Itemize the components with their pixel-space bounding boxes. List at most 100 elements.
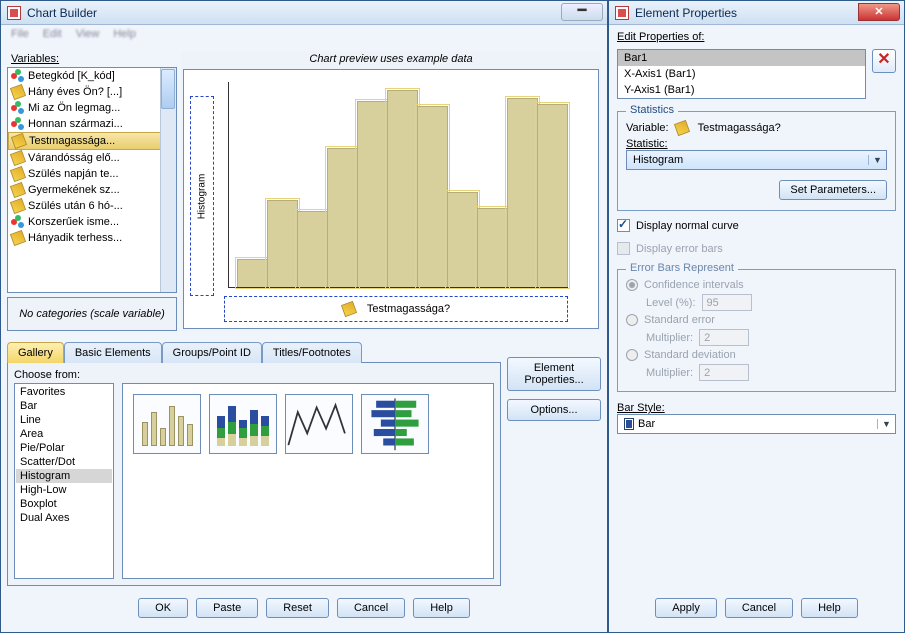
gallery-category-item[interactable]: High-Low xyxy=(16,483,112,497)
scrollbar-thumb[interactable] xyxy=(161,69,175,109)
scrollbar[interactable] xyxy=(160,68,176,292)
chevron-down-icon[interactable]: ▼ xyxy=(868,155,886,165)
gallery-category-item[interactable]: Area xyxy=(16,427,112,441)
window-title-right: Element Properties xyxy=(635,6,737,20)
nominal-icon xyxy=(11,101,25,115)
thumb-stacked-histogram[interactable] xyxy=(209,394,277,454)
variable-item[interactable]: Gyermekének sz... xyxy=(8,182,176,198)
thumb-frequency-polygon[interactable] xyxy=(285,394,353,454)
gallery-category-item[interactable]: Favorites xyxy=(16,385,112,399)
apply-button[interactable]: Apply xyxy=(655,598,717,618)
close-button[interactable]: ✕ xyxy=(858,3,900,21)
variable-label: Korszerűek isme... xyxy=(28,216,119,228)
statistic-label: Statistic: xyxy=(626,138,887,150)
paste-button[interactable]: Paste xyxy=(196,598,258,618)
variable-item[interactable]: Korszerűek isme... xyxy=(8,214,176,230)
help-button[interactable]: Help xyxy=(413,598,470,618)
cancel-button[interactable]: Cancel xyxy=(725,598,793,618)
ci-radio: Confidence intervals xyxy=(626,279,887,291)
histogram-bar xyxy=(267,200,298,287)
gallery-category-item[interactable]: Pie/Polar xyxy=(16,441,112,455)
variable-item[interactable]: Szülés után 6 hó-... xyxy=(8,198,176,214)
gallery-category-item[interactable]: Scatter/Dot xyxy=(16,455,112,469)
gallery-category-item[interactable]: Dual Axes xyxy=(16,511,112,525)
variable-item[interactable]: Honnan származi... xyxy=(8,116,176,132)
variable-label: Betegkód [K_kód] xyxy=(28,70,115,82)
display-error-checkbox: Display error bars xyxy=(617,242,896,255)
y-drop-zone[interactable]: Histogram xyxy=(190,96,214,296)
window-title-left: Chart Builder xyxy=(27,6,97,20)
bar-style-combo[interactable]: Bar ▼ xyxy=(617,414,896,434)
histogram-bar xyxy=(447,192,478,287)
menu-item[interactable]: Edit xyxy=(43,28,62,42)
variable-item[interactable]: Hány éves Ön? [...] xyxy=(8,84,176,100)
se-radio: Standard error xyxy=(626,314,887,326)
ep-footer: Apply Cancel Help xyxy=(617,590,896,626)
variable-label: Hányadik terhess... xyxy=(28,232,122,244)
menu-item[interactable]: File xyxy=(11,28,29,42)
sd-radio: Standard deviation xyxy=(626,349,887,361)
variable-label: Szülés napján te... xyxy=(28,168,119,180)
variable-item[interactable]: Betegkód [K_kód] xyxy=(8,68,176,84)
menu-item[interactable]: Help xyxy=(113,28,136,42)
ruler-icon xyxy=(11,133,27,149)
gallery-category-list[interactable]: FavoritesBarLineAreaPie/PolarScatter/Dot… xyxy=(14,383,114,579)
element-properties-window: Element Properties ✕ Edit Properties of:… xyxy=(608,0,905,633)
chevron-down-icon[interactable]: ▼ xyxy=(877,419,895,429)
variable-label: Testmagassága... xyxy=(29,135,115,147)
variable-value: Testmagassága? xyxy=(698,122,781,134)
titlebar-right: Element Properties ✕ xyxy=(609,1,904,25)
menubar: File Edit View Help xyxy=(1,25,607,45)
variable-item[interactable]: Hányadik terhess... xyxy=(8,230,176,246)
x-axis xyxy=(228,287,568,288)
variable-item[interactable]: Várandósság elő... xyxy=(8,150,176,166)
options-button[interactable]: Options... xyxy=(507,399,601,421)
preview-title: Chart preview uses example data xyxy=(181,51,601,67)
display-error-label: Display error bars xyxy=(636,243,723,255)
se-mult-input xyxy=(699,329,749,346)
x-drop-zone[interactable]: Testmagassága? xyxy=(224,296,568,322)
variable-item[interactable]: Szülés napján te... xyxy=(8,166,176,182)
variable-label: Gyermekének sz... xyxy=(28,184,120,196)
statistic-combo[interactable]: Histogram ▼ xyxy=(626,150,887,170)
radio-icon xyxy=(626,314,638,326)
minimize-button[interactable]: ━ xyxy=(561,3,603,21)
reset-button[interactable]: Reset xyxy=(266,598,329,618)
statistics-legend: Statistics xyxy=(626,104,678,116)
variable-item[interactable]: Testmagassága... xyxy=(8,132,176,150)
gallery-category-item[interactable]: Boxplot xyxy=(16,497,112,511)
variable-label: Hány éves Ön? [...] xyxy=(28,86,122,98)
cancel-button[interactable]: Cancel xyxy=(337,598,405,618)
tab-gallery[interactable]: Gallery xyxy=(7,342,64,363)
tab-titles-footnotes[interactable]: Titles/Footnotes xyxy=(262,342,362,363)
ruler-icon xyxy=(10,84,26,100)
variables-list[interactable]: Betegkód [K_kód] Hány éves Ön? [...] Mi az… xyxy=(7,67,177,293)
set-parameters-button[interactable]: Set Parameters... xyxy=(779,180,887,200)
variable-item[interactable]: Mi az Ön legmag... xyxy=(8,100,176,116)
element-list-item[interactable]: Y-Axis1 (Bar1) xyxy=(618,82,865,98)
gallery-thumbnails xyxy=(122,383,494,579)
elements-list[interactable]: Bar1X-Axis1 (Bar1)Y-Axis1 (Bar1) xyxy=(617,49,866,99)
ok-button[interactable]: OK xyxy=(138,598,188,618)
element-list-item[interactable]: X-Axis1 (Bar1) xyxy=(618,66,865,82)
app-icon xyxy=(615,6,629,20)
tab-groups-point-id[interactable]: Groups/Point ID xyxy=(162,342,262,363)
gallery-category-item[interactable]: Line xyxy=(16,413,112,427)
thumb-simple-histogram[interactable] xyxy=(133,394,201,454)
tab-basic-elements[interactable]: Basic Elements xyxy=(64,342,162,363)
histogram-bar xyxy=(357,101,388,287)
element-list-item[interactable]: Bar1 xyxy=(618,50,865,66)
menu-item[interactable]: View xyxy=(76,28,100,42)
delete-element-button[interactable]: ✕ xyxy=(872,49,896,73)
histogram-bar xyxy=(327,148,358,287)
element-properties-button[interactable]: Element Properties... xyxy=(507,357,601,391)
ruler-icon xyxy=(10,182,26,198)
help-button[interactable]: Help xyxy=(801,598,858,618)
display-normal-checkbox[interactable]: Display normal curve xyxy=(617,219,896,232)
variable-label: Mi az Ön legmag... xyxy=(28,102,120,114)
thumb-population-pyramid[interactable] xyxy=(361,394,429,454)
chart-preview[interactable]: Histogram Testmagassága? xyxy=(183,69,599,329)
gallery-category-item[interactable]: Histogram xyxy=(16,469,112,483)
checkbox-icon xyxy=(617,242,630,255)
gallery-category-item[interactable]: Bar xyxy=(16,399,112,413)
